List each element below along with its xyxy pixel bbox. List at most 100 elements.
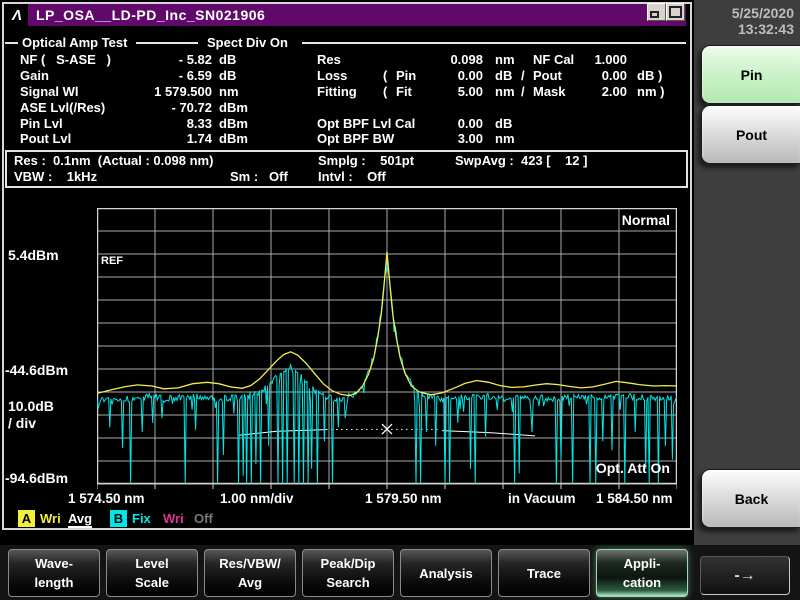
osa-application-window: 5/25/2020 13:32:43 Λ LP_OSA__LD-PD_Inc_S… [0,0,800,600]
menu-label-line2: Search [326,573,369,592]
loss-paren: ( [383,68,387,83]
fitting-fit-unit: nm [495,84,515,99]
bpf-bw-unit: nm [495,131,515,146]
menu-res-vbw-avg-button[interactable]: Res/VBW/ Avg [204,549,296,597]
trace-a-key: A [18,510,35,527]
menu-label-line2: cation [623,573,661,592]
pin-softkey-button[interactable]: Pin [701,45,800,104]
header-rule-mid [136,42,198,44]
fitting-mask-value: 2.00 [560,84,627,99]
trace-c-mode: Wri [163,511,184,526]
opt-att-status-label: Opt. Att On [560,460,670,476]
y-axis-mid-value: -44.6dBm [5,362,68,378]
menu-label-line1: Res/VBW/ [219,554,280,573]
menu-analysis-button[interactable]: Analysis [400,549,492,597]
vbw-setting: VBW : 1kHz [14,169,97,184]
menu-label-line2: Scale [135,573,169,592]
menu-trace-button[interactable]: Trace [498,549,590,597]
ase-lvl-value: - 70.72 [118,100,212,115]
signal-wl-unit: nm [219,84,239,99]
res-setting: Res : 0.1nm (Actual : 0.098 nm) [14,153,213,168]
y-axis-scale-value: 10.0dB [8,398,54,414]
nf-value: - 5.82 [118,52,212,67]
window-title: LP_OSA__LD-PD_Inc_SN021906 [36,7,265,23]
loss-slash: / [521,68,525,83]
loss-pin-value: 0.00 [420,68,483,83]
x-axis-start-value: 1 574.50 nm [68,491,145,506]
fitting-paren: ( [383,84,387,99]
pin-lvl-label: Pin Lvl [20,116,63,131]
fitting-fit-label: Fit [396,84,412,99]
bpf-bw-value: 3.00 [420,131,483,146]
res-label: Res [317,52,341,67]
swpavg-setting: SwpAvg : 423 [ 12 ] [455,153,587,168]
trace-c-state: Off [194,511,213,526]
gain-unit: dB [219,68,236,83]
trace-a-submode: Avg [68,511,92,528]
fitting-slash: / [521,84,525,99]
menu-label-line2: Avg [238,573,262,592]
bpf-lvl-cal-value: 0.00 [420,116,483,131]
menu-label-line1: Peak/Dip [321,554,376,573]
loss-pout-value: 0.00 [560,68,627,83]
gain-label: Gain [20,68,49,83]
pout-lvl-value: 1.74 [118,131,212,146]
signal-wl-label: Signal Wl [20,84,79,99]
menu-label-line1: Appli- [624,554,661,573]
intvl-setting: Intvl : Off [318,169,386,184]
menu-label-line1: Wave- [35,554,73,573]
res-unit: nm [495,52,515,67]
system-clock: 5/25/2020 13:32:43 [694,5,800,37]
x-axis-center-value: 1 579.50 nm [365,491,442,506]
ase-lvl-label: ASE Lvl(/Res) [20,100,105,115]
bpf-lvl-cal-label: Opt BPF Lvl Cal [317,116,415,131]
signal-wl-value: 1 579.500 [118,84,212,99]
menu-application-button[interactable]: Appli- cation [596,549,688,597]
pout-lvl-label: Pout Lvl [20,131,71,146]
nf-unit: dB [219,52,236,67]
x-axis-end-value: 1 584.50 nm [596,491,673,506]
app-logo-icon: Λ [6,4,28,26]
loss-pin-label: Pin [396,68,416,83]
loss-pin-unit: dB [495,68,512,83]
menu-label-line2: length [35,573,74,592]
minimize-icon [650,11,659,18]
spectrum-chart [97,208,677,490]
smplg-setting: Smplg : 501pt [318,153,414,168]
pout-softkey-button[interactable]: Pout [701,105,800,164]
ase-lvl-unit: dBm [219,100,248,115]
pin-lvl-unit: dBm [219,116,248,131]
loss-pout-unit: dB ) [637,68,662,83]
trace-b-mode: Fix [132,511,151,526]
maximize-icon [669,6,682,18]
loss-label: Loss [317,68,347,83]
menu-level-scale-button[interactable]: Level Scale [106,549,198,597]
clock-date: 5/25/2020 [694,5,794,21]
y-axis-bottom-value: -94.6dBm [5,470,68,486]
minimize-button[interactable] [647,3,666,21]
pin-lvl-value: 8.33 [118,116,212,131]
menu-label-line1: Analysis [419,564,472,583]
pout-lvl-unit: dBm [219,131,248,146]
menu-peak-dip-search-button[interactable]: Peak/Dip Search [302,549,394,597]
gain-value: - 6.59 [118,68,212,83]
menu-more-arrow-button[interactable]: -→ [700,556,790,595]
y-axis-ref-value: 5.4dBm [8,247,59,263]
spect-div-status: Spect Div On [207,35,288,50]
trace-a-mode: Wri [40,511,61,526]
x-axis-medium-label: in Vacuum [508,491,576,506]
y-axis-scale-unit: / div [8,415,36,431]
header-rule-left [5,42,18,44]
nf-cal-value: 1.000 [560,52,627,67]
sm-setting: Sm : Off [230,169,288,184]
bpf-bw-label: Opt BPF BW [317,131,394,146]
menu-label-line1: Trace [527,564,561,583]
menu-wavelength-button[interactable]: Wave- length [8,549,100,597]
more-menus-arrow-icon: -→ [734,566,755,585]
window-title-bar[interactable]: Λ LP_OSA__LD-PD_Inc_SN021906 [6,4,686,26]
maximize-button[interactable] [666,3,685,21]
fitting-mask-unit: nm ) [637,84,664,99]
trace-b-key: B [110,510,127,527]
header-rule-right [302,42,686,44]
back-softkey-button[interactable]: Back [701,469,800,528]
